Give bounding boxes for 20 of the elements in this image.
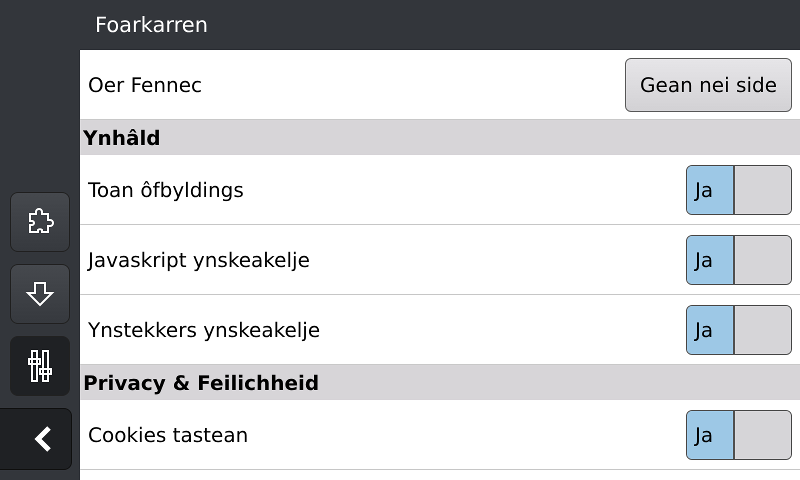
toggle-switch[interactable]: Ja — [686, 234, 792, 284]
setting-label: Javaskript ynskeakelje — [88, 248, 310, 272]
down-arrow-icon — [25, 279, 55, 309]
toggle-switch[interactable]: Ja — [686, 410, 792, 460]
setting-label: Oer Fennec — [88, 72, 202, 96]
sliders-icon — [25, 349, 55, 383]
back-button[interactable] — [0, 408, 72, 470]
toggle-switch[interactable]: Ja — [686, 164, 792, 214]
setting-label: Toan ôfbyldings — [88, 178, 244, 202]
downloads-button[interactable] — [10, 264, 70, 324]
section-title: Privacy & Feilichheid — [83, 370, 320, 394]
add-ons-button[interactable] — [10, 192, 70, 252]
toggle-switch[interactable]: Ja — [686, 304, 792, 354]
preferences-button[interactable] — [10, 336, 70, 396]
setting-label: Ynstekkers ynskeakelje — [88, 318, 320, 342]
section-title: Ynhâld — [83, 126, 161, 150]
go-to-page-button[interactable]: Gean nei side — [625, 58, 792, 112]
chevron-left-icon — [33, 425, 53, 453]
page-title: Foarkarren — [95, 13, 208, 37]
setting-label: Cookies tastean — [88, 422, 248, 446]
